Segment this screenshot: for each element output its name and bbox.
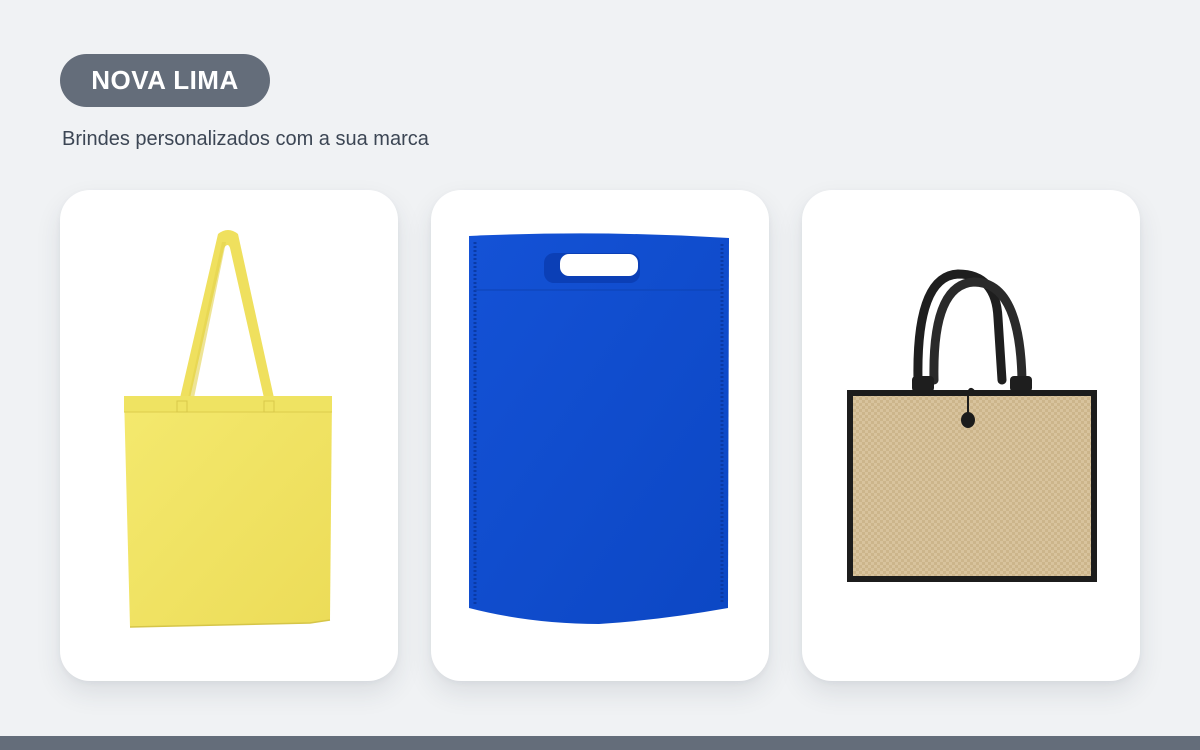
yellow-tote-bag-image	[124, 230, 332, 628]
product-card-yellow-tote[interactable]	[60, 190, 398, 681]
product-card-blue-bag[interactable]	[431, 190, 769, 681]
jute-tote-bag-image	[847, 269, 1097, 582]
page-subtitle: Brindes personalizados com a sua marca	[62, 128, 429, 150]
product-card-jute-tote[interactable]	[802, 190, 1140, 681]
footer-bar	[0, 736, 1200, 750]
location-badge: NOVA LIMA	[60, 54, 270, 107]
blue-die-cut-bag-image	[469, 233, 729, 624]
